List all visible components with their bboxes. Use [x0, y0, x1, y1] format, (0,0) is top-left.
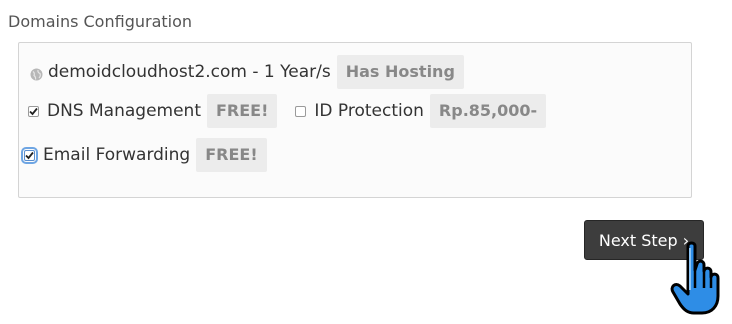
dns-management-label[interactable]: DNS Management — [47, 101, 201, 121]
id-protection-price-badge: Rp.85,000- — [429, 94, 547, 128]
id-protection-label[interactable]: ID Protection — [314, 101, 424, 121]
checkmark-icon — [29, 107, 38, 115]
domain-config-panel: demoidcloudhost2.com - 1 Year/s Has Host… — [18, 42, 692, 198]
dns-management-checkbox[interactable] — [28, 105, 39, 117]
email-forwarding-label[interactable]: Email Forwarding — [43, 145, 190, 165]
email-forwarding-checkbox[interactable] — [21, 146, 38, 164]
section-title: Domains Configuration — [8, 12, 193, 31]
checkmark-icon — [25, 151, 34, 159]
domain-row: demoidcloudhost2.com - 1 Year/s Has Host… — [30, 55, 464, 89]
hand-pointer-icon — [670, 241, 720, 315]
globe-icon — [30, 66, 43, 80]
addon-row: Email Forwarding FREE! — [21, 138, 267, 172]
email-forwarding-price-badge: FREE! — [196, 138, 267, 172]
addon-row: DNS Management FREE! ID Protection Rp.85… — [28, 94, 547, 128]
dns-management-price-badge: FREE! — [207, 94, 278, 128]
has-hosting-badge: Has Hosting — [336, 55, 464, 89]
domain-name: demoidcloudhost2.com - 1 Year/s — [48, 62, 331, 82]
page: Domains Configuration demoidcloudhost2.c… — [0, 0, 732, 324]
id-protection-checkbox[interactable] — [295, 105, 307, 117]
